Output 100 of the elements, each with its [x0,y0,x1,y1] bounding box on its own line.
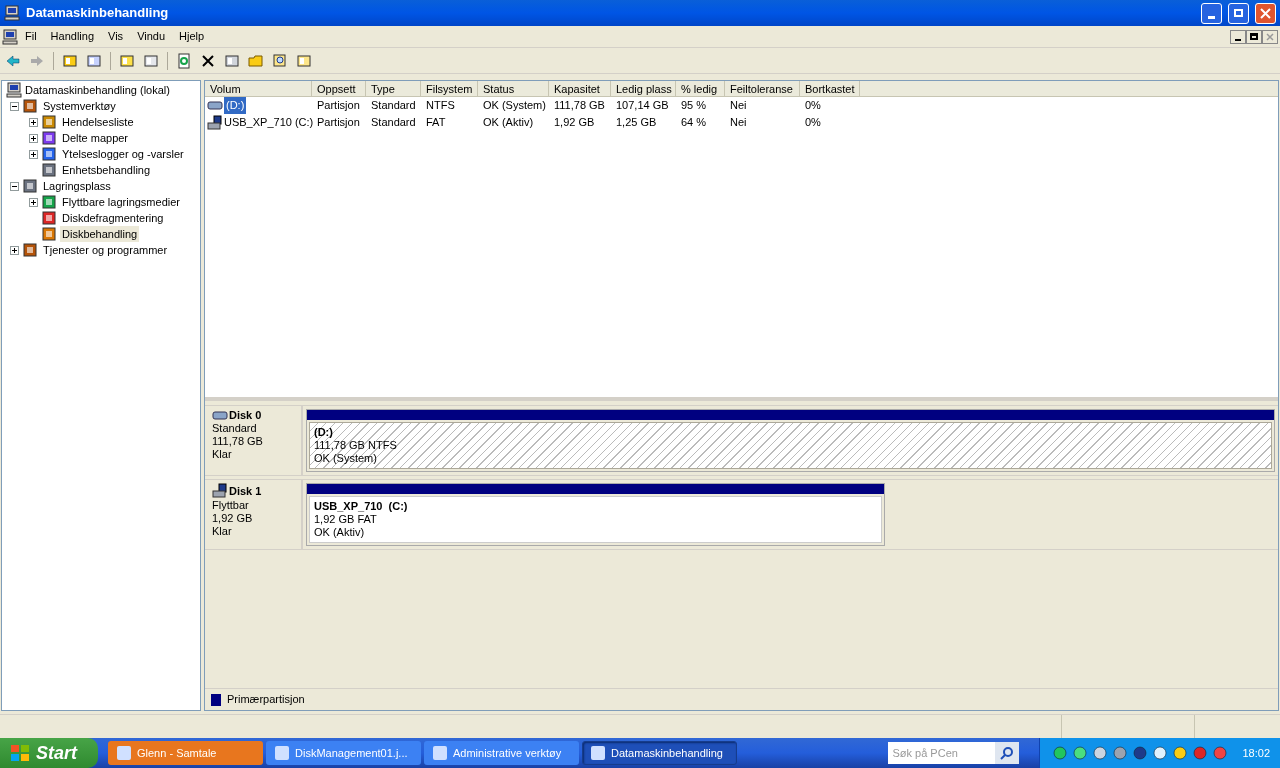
column-header[interactable]: % ledig [676,81,725,97]
expand-icon[interactable] [29,117,38,127]
tree-item[interactable]: Diskdefragmentering [60,210,166,226]
tray-icon[interactable] [1052,745,1069,761]
column-header[interactable]: Feiltoleranse [725,81,800,97]
search-button[interactable] [995,742,1020,764]
column-header[interactable]: Ledig plass [611,81,676,97]
tray-icon[interactable] [1072,745,1089,761]
tree-item-icon [41,194,57,210]
disk-drive-icon [207,100,223,111]
close-icon [1266,32,1274,41]
tree-item-icon [41,210,57,226]
disk-type: Flyttbar [212,499,250,512]
child-restore-button[interactable] [1246,29,1262,44]
tree-item[interactable]: Tjenester og programmer [41,242,170,258]
table-cell-text: 95 % [680,98,708,114]
legend-label: Primærpartisjon [227,692,305,708]
tree-item[interactable]: Flyttbare lagringsmedier [60,194,182,210]
start-button[interactable]: Start [0,738,98,768]
tree-item-icon [41,162,57,178]
tree-item-icon [22,242,38,258]
tree-item[interactable]: Hendelsesliste [60,114,136,130]
partition-detail: 1,92 GB FAT [314,513,378,526]
column-header[interactable]: Bortkastet [800,81,860,97]
close-button[interactable] [1255,2,1276,24]
window-title: Datamaskinbehandling [26,4,170,23]
partition[interactable]: USB_XP_710 (C:) 1,92 GB FAT OK (Aktiv) [306,483,885,546]
tray-icon[interactable] [1192,745,1209,761]
tray-icon[interactable] [1152,745,1169,761]
table-cell-text: 1,92 GB [553,115,596,131]
menu-item[interactable]: Vis [101,28,131,45]
table-cell-text: FAT [425,115,447,131]
collapse-icon[interactable] [10,181,19,191]
disk-drive-icon [212,410,228,421]
search-field[interactable]: Søk på PCen [888,742,996,764]
tree-item-icon [41,226,57,242]
partition-label: (D:) [314,426,334,439]
tray-icon[interactable] [1112,745,1129,761]
tree-item[interactable]: Systemverktøy [41,98,118,114]
taskbar-button[interactable]: Administrative verktøy [424,741,579,765]
disk-type: Standard [212,422,258,435]
column-header[interactable]: Filsystem [421,81,478,97]
table-cell[interactable]: USB_XP_710 (C:) [224,114,314,131]
table-cell-text: NTFS [425,98,456,114]
expand-icon[interactable] [29,133,38,143]
tree-item[interactable]: Diskbehandling [60,226,140,242]
column-header[interactable]: Oppsett [312,81,366,97]
expand-icon[interactable] [29,197,38,207]
expand-icon[interactable] [10,245,19,255]
menu-item[interactable]: Vindu [130,28,173,45]
menu-item[interactable]: Handling [43,28,102,45]
tree-item[interactable]: Delte mapper [60,130,131,146]
child-minimize-button[interactable] [1230,29,1246,44]
collapse-icon[interactable] [10,101,19,111]
windows-logo-icon [10,744,30,762]
clock: 18:02 [1242,745,1270,761]
usb-drive-icon [212,483,228,499]
search-icon [1000,746,1015,760]
column-header[interactable]: Volum [205,81,312,97]
column-header[interactable]: Type [366,81,421,97]
tree-item-icon [41,130,57,146]
partition-status: OK (System) [314,452,378,465]
disk-status: Klar [212,448,233,461]
computer-icon [6,82,22,98]
table-cell-text: Nei [729,115,748,131]
table-cell[interactable]: (D:) [224,97,247,114]
tree-item[interactable]: Lagringsplass [41,178,113,194]
tree-item-icon [41,114,57,130]
table-cell-text: Standard [370,98,417,114]
disk-size: 1,92 GB [212,512,254,525]
table-cell-text: OK (Aktiv) [482,115,535,131]
partition-status: OK (Aktiv) [314,526,366,539]
tray-icon[interactable] [1092,745,1109,761]
disk-name[interactable]: Disk 0 [229,409,262,422]
table-cell-text: 0% [804,98,822,114]
tray-icon[interactable] [1132,745,1149,761]
tree-item[interactable]: Enhetsbehandling [60,162,153,178]
minimize-button[interactable] [1201,2,1222,24]
tray-icon[interactable] [1212,745,1229,761]
disk-name[interactable]: Disk 1 [229,484,262,498]
app-icon [433,746,447,760]
window-icon [4,5,20,21]
partition-label: USB_XP_710 (C:) [314,500,409,513]
tree-item-icon [22,98,38,114]
restore-button[interactable] [1228,2,1249,24]
column-header[interactable]: Kapasitet [549,81,611,97]
table-cell-text: 64 % [680,115,708,131]
menu-item[interactable]: Fil [18,28,44,45]
tray-icon[interactable] [1172,745,1189,761]
taskbar-button[interactable]: DiskManagement01.j... [266,741,421,765]
menu-item[interactable]: Hjelp [172,28,212,45]
app-icon [275,746,289,760]
expand-icon[interactable] [29,149,38,159]
disk-status: Klar [212,525,233,538]
tree-item-icon [22,178,38,194]
partition[interactable]: (D:) 111,78 GB NTFS OK (System) [306,409,1275,472]
taskbar-button[interactable]: Datamaskinbehandling [582,741,737,765]
tree-root[interactable]: Datamaskinbehandling (lokal) [25,82,170,98]
tree-item[interactable]: Ytelseslogger og -varsler [60,146,186,162]
column-header[interactable]: Status [478,81,549,97]
